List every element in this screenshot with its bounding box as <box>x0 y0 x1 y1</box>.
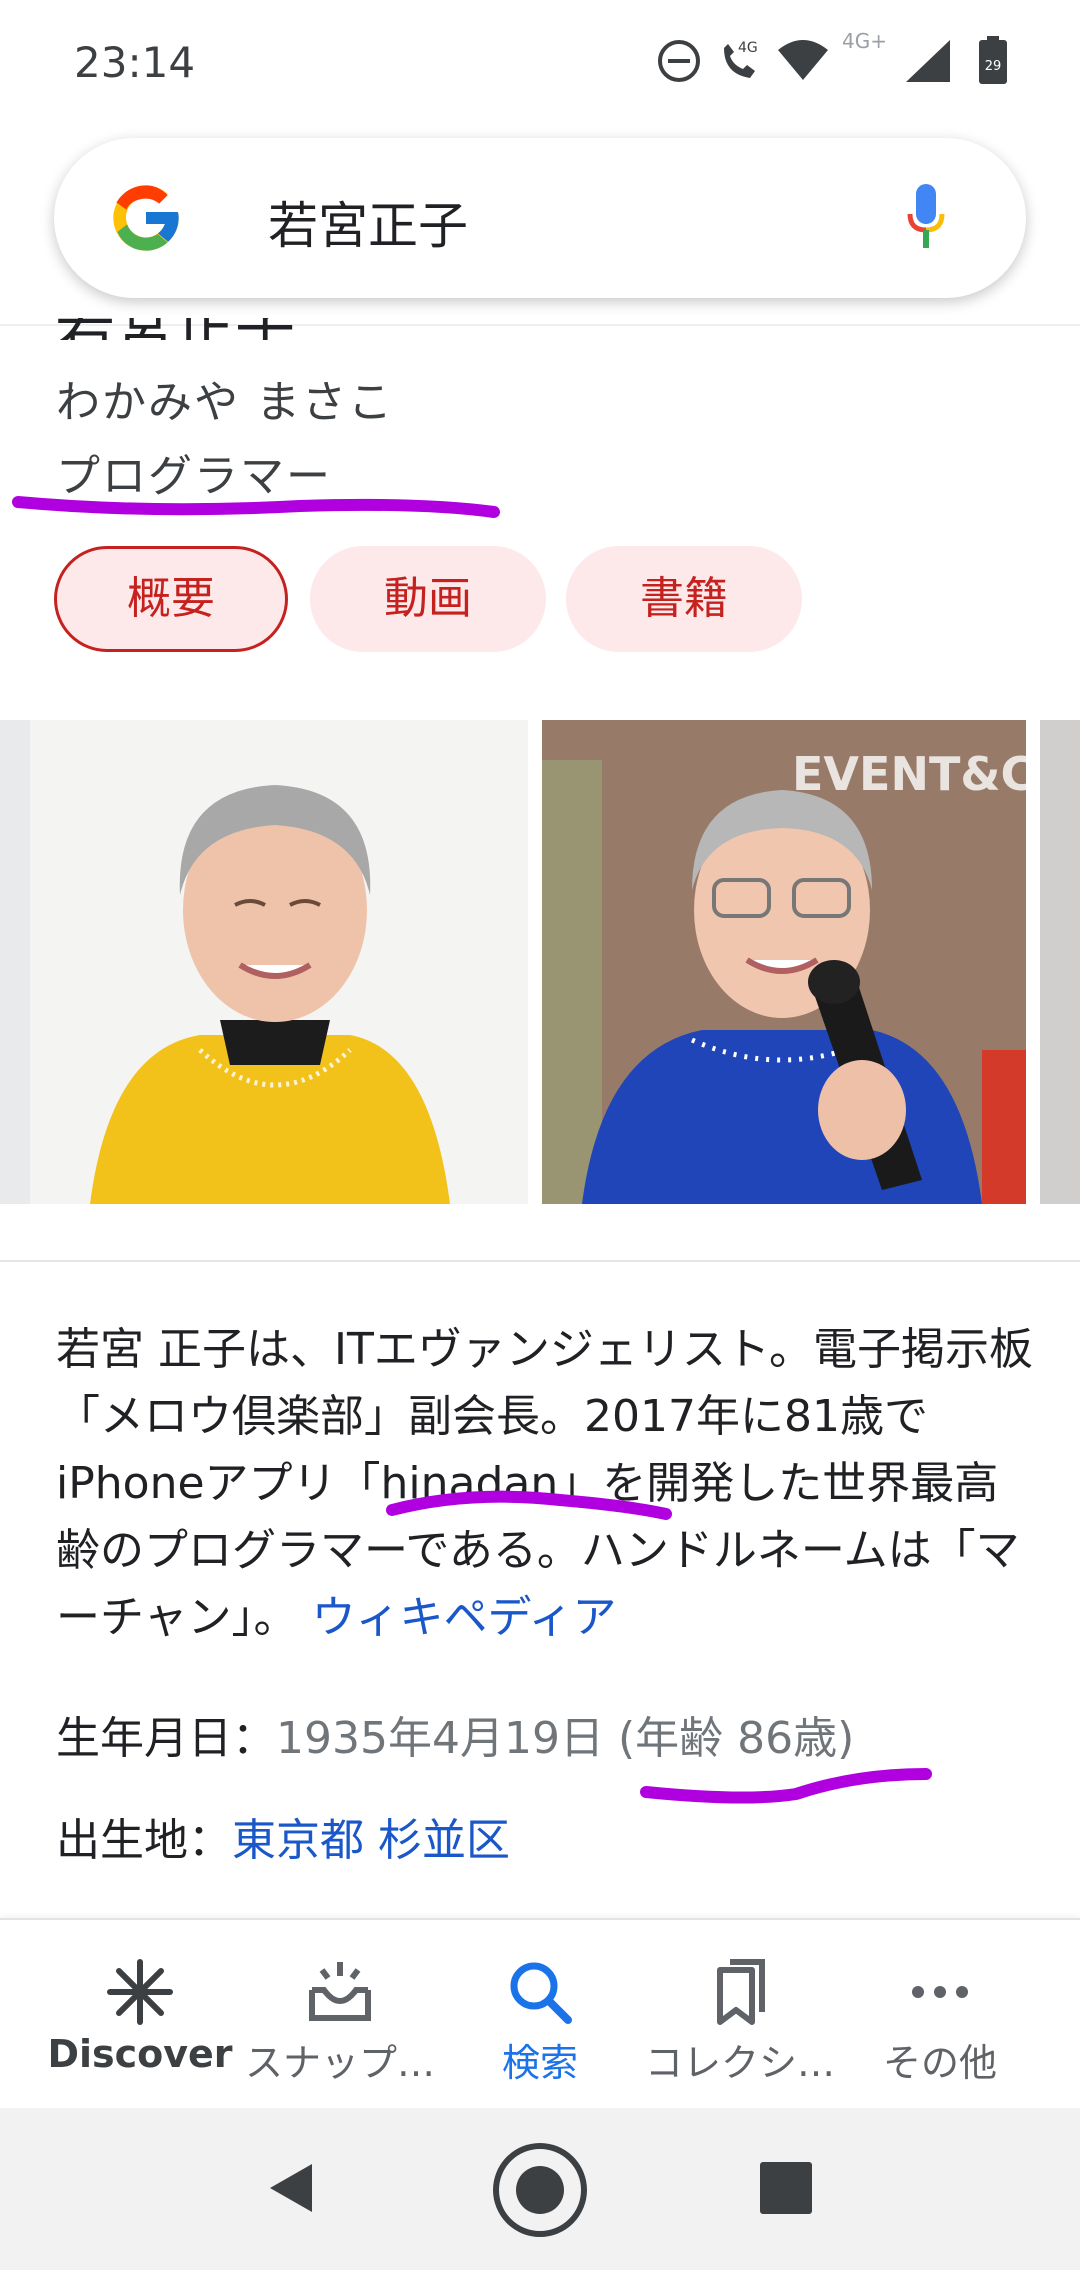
more-icon <box>912 1986 968 1998</box>
chip-overview[interactable]: 概要 <box>54 546 288 652</box>
nav-search[interactable]: 検索 <box>440 1920 640 2110</box>
back-icon[interactable] <box>262 2158 322 2218</box>
highlight-marker-age <box>640 1768 932 1804</box>
mic-icon[interactable] <box>906 184 946 252</box>
bottom-navigation: Discover スナップ… 検索 コレクシ… その他 <box>0 1918 1080 2108</box>
battery-icon: 29 <box>979 36 1007 84</box>
google-logo <box>113 185 179 251</box>
entity-reading: わかみや まさこ <box>56 377 394 428</box>
asterisk-icon <box>107 1959 173 2025</box>
entity-title-clipped: 若宮正子 <box>55 318 455 340</box>
entity-description: 若宮 正子は、ITエヴァンジェリスト。電子掲示板「メロウ倶楽部」副会長。2017… <box>56 1316 1036 1651</box>
section-divider <box>0 1260 1080 1262</box>
highlight-marker-occupation <box>12 496 500 518</box>
svg-text:EVENT&C: EVENT&C <box>792 747 1026 801</box>
fact-birthplace-label: 出生地： <box>56 1815 232 1866</box>
fact-birthplace-value[interactable]: 東京都 杉並区 <box>232 1815 510 1866</box>
search-icon <box>510 1962 572 2024</box>
wikipedia-link[interactable]: ウィキペディア <box>312 1592 617 1643</box>
do-not-disturb-icon <box>658 40 700 82</box>
network-label-1: 4G <box>738 40 758 56</box>
network-label-2: 4G+ <box>842 32 887 52</box>
search-input[interactable]: 若宮正子 <box>268 186 468 258</box>
wifi-icon <box>778 40 828 80</box>
home-icon[interactable] <box>490 2140 590 2240</box>
photo-2[interactable]: EVENT&C <box>542 720 1026 1204</box>
nav-more-label: その他 <box>882 2041 997 2085</box>
status-bar: 23:14 4G 4G+ 29 <box>0 0 1080 120</box>
battery-level: 29 <box>985 59 1002 74</box>
lens-snap-icon <box>309 1962 371 2021</box>
nav-discover[interactable]: Discover <box>40 1920 240 2110</box>
photo-1[interactable] <box>0 720 528 1204</box>
recents-icon[interactable] <box>758 2160 814 2216</box>
volte-call-icon: 4G <box>724 40 758 78</box>
highlight-marker-hinadan <box>386 1490 672 1520</box>
nav-collections[interactable]: コレクシ… <box>640 1920 840 2110</box>
chip-books[interactable]: 書籍 <box>566 546 802 652</box>
status-time: 23:14 <box>74 38 196 87</box>
system-navigation-bar <box>0 2108 1080 2270</box>
collections-icon <box>717 1959 765 2025</box>
nav-more[interactable]: その他 <box>840 1920 1040 2110</box>
network-type-2: 4G+ <box>842 32 887 52</box>
fact-birthplace: 出生地：東京都 杉並区 <box>56 1804 510 1868</box>
signal-icon <box>906 40 950 82</box>
fact-birth-label: 生年月日： <box>56 1713 276 1764</box>
nav-snap[interactable]: スナップ… <box>240 1920 440 2110</box>
search-bar[interactable]: 若宮正子 <box>54 138 1026 298</box>
photo-3-partial[interactable] <box>1040 720 1080 1204</box>
chip-videos[interactable]: 動画 <box>310 546 546 652</box>
